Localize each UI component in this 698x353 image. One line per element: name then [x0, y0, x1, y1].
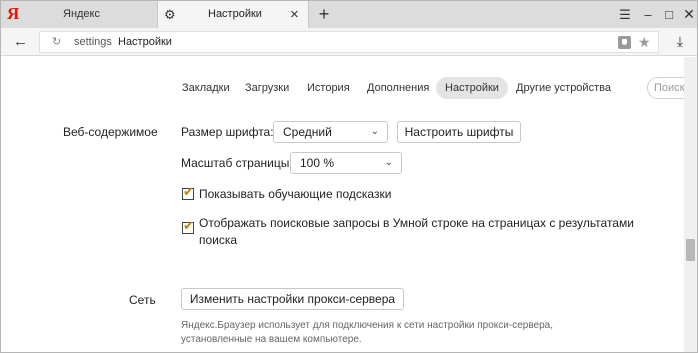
show-search-queries-checkbox[interactable]: ✔: [182, 218, 194, 234]
proxy-hint-line1: Яндекс.Браузер использует для подключени…: [181, 320, 553, 331]
chevron-down-icon: ⌄: [370, 126, 379, 137]
close-icon[interactable]: ×: [290, 1, 299, 28]
proxy-hint-line2: установленные на вашем компьютере.: [181, 334, 362, 345]
font-size-label: Размер шрифта:: [181, 125, 274, 139]
proxy-settings-button[interactable]: Изменить настройки прокси-сервера: [181, 288, 404, 310]
chevron-down-icon: ⌄: [384, 157, 393, 168]
tab-yandex[interactable]: Яндекс: [27, 1, 155, 28]
menu-icon[interactable]: ☰: [614, 1, 636, 28]
checkmark-icon: ✔: [183, 184, 194, 199]
tab-title: Яндекс: [63, 8, 100, 20]
maximize-icon[interactable]: □: [658, 1, 680, 28]
scrollbar-thumb[interactable]: [686, 239, 695, 261]
settings-page: Закладки Загрузки История Дополнения Нас…: [1, 57, 697, 352]
tab-strip: Я Яндекс ⚙ Настройки × + ☰ – □ ✕: [1, 1, 697, 28]
address-bar[interactable]: ↻ settings Настройки ★: [39, 31, 659, 53]
gear-icon: ⚙: [164, 7, 176, 22]
download-icon[interactable]: ⤓: [672, 31, 688, 51]
section-web-content: Веб-содержимое: [63, 125, 158, 139]
bookmark-star-icon[interactable]: ★: [638, 34, 651, 50]
show-hints-checkbox[interactable]: ✔: [182, 184, 194, 200]
toolbar: ← ↻ settings Настройки ★ ⤓: [1, 28, 697, 56]
protect-shield-icon[interactable]: [618, 36, 631, 49]
checkmark-icon: ✔: [183, 218, 194, 233]
page-zoom-value: 100 %: [300, 156, 335, 170]
new-tab-button[interactable]: +: [315, 1, 333, 28]
section-network: Сеть: [129, 293, 156, 307]
font-size-value: Средний: [283, 125, 332, 139]
yandex-logo-icon[interactable]: Я: [7, 4, 23, 24]
tab-title: Настройки: [208, 8, 262, 20]
nav-history[interactable]: История: [307, 77, 350, 99]
nav-downloads[interactable]: Загрузки: [245, 77, 289, 99]
page-zoom-label: Масштаб страницы:: [181, 156, 293, 170]
tab-settings[interactable]: ⚙ Настройки ×: [157, 1, 309, 28]
back-arrow-icon[interactable]: ←: [13, 32, 31, 52]
nav-bookmarks[interactable]: Закладки: [182, 77, 230, 99]
font-size-select[interactable]: Средний ⌄: [273, 121, 388, 143]
nav-extensions[interactable]: Дополнения: [367, 77, 429, 99]
show-search-queries-label-line1[interactable]: Отображать поисковые запросы в Умной стр…: [199, 216, 634, 231]
url-page-title: Настройки: [118, 36, 172, 48]
show-search-queries-label-line2[interactable]: поиска: [199, 233, 237, 248]
vertical-scrollbar[interactable]: [684, 57, 697, 352]
url-host: settings: [74, 36, 112, 48]
minimize-icon[interactable]: –: [637, 1, 659, 28]
nav-other-devices[interactable]: Другие устройства: [516, 77, 611, 99]
nav-settings[interactable]: Настройки: [436, 77, 508, 99]
customize-fonts-button[interactable]: Настроить шрифты: [397, 121, 521, 143]
page-zoom-select[interactable]: 100 % ⌄: [290, 152, 402, 174]
close-window-icon[interactable]: ✕: [678, 1, 697, 28]
show-hints-label[interactable]: Показывать обучающие подсказки: [199, 187, 391, 202]
reload-icon[interactable]: ↻: [52, 35, 66, 49]
browser-window: Я Яндекс ⚙ Настройки × + ☰ – □ ✕ ← ↻ set…: [0, 0, 698, 353]
